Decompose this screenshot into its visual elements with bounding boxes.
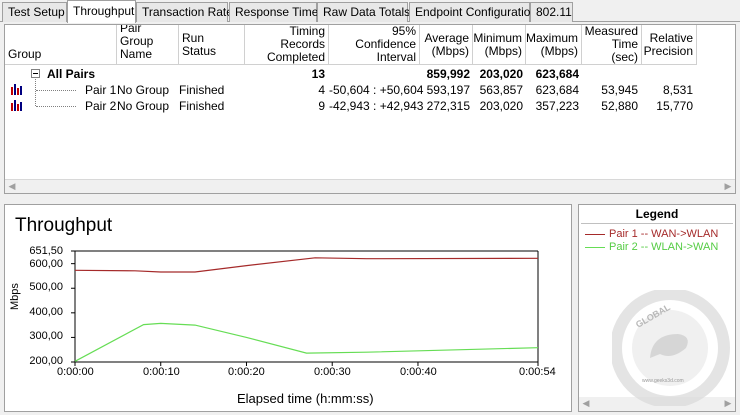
maximum: 357,223	[535, 99, 579, 113]
measured-time: 53,945	[601, 83, 638, 97]
maximum: 623,684	[535, 83, 579, 97]
col-header-measured-time[interactable]: Measured Time (sec)	[582, 25, 642, 65]
legend-item-pair-1[interactable]: Pair 1 -- WAN->WLAN	[585, 228, 718, 240]
tab-endpoint-configuration[interactable]: Endpoint Configuration	[409, 2, 537, 22]
pair-group-name: No Group	[117, 83, 170, 97]
plot-area	[71, 250, 539, 366]
watermark-logo: GLOBAL www.geeks3d.com	[612, 290, 730, 406]
scroll-right-icon[interactable]: ▶	[721, 180, 735, 193]
col-header-maximum[interactable]: Maximum (Mbps)	[526, 25, 582, 65]
legend-divider	[581, 223, 733, 224]
col-header-group[interactable]: Group	[5, 25, 117, 65]
confidence-interval: -42,943 : +42,943	[329, 99, 424, 113]
tree-line	[35, 79, 36, 106]
pair-group-name: No Group	[117, 99, 170, 113]
average: 272,315	[426, 99, 470, 113]
legend-item-pair-2[interactable]: Pair 2 -- WLAN->WAN	[585, 241, 718, 253]
scroll-left-icon[interactable]: ◀	[5, 180, 19, 193]
tree-line	[36, 106, 76, 107]
minimum: 203,020	[479, 99, 523, 113]
all-pairs-maximum: 623,684	[535, 67, 579, 81]
tab-response-time[interactable]: Response Time	[229, 2, 318, 22]
all-pairs-average: 859,992	[426, 67, 470, 81]
tab-bar: Test Setup Throughput Transaction Rate R…	[0, 0, 740, 23]
average: 593,197	[426, 83, 470, 97]
scroll-left-icon[interactable]: ◀	[579, 397, 593, 410]
collapse-toggle-icon[interactable]	[31, 69, 40, 78]
all-pairs-timing-records: 13	[311, 67, 325, 81]
relative-precision: 8,531	[662, 83, 693, 97]
tab-802-11[interactable]: 802.11	[530, 2, 573, 22]
pane-splitter[interactable]	[0, 197, 740, 202]
legend-title: Legend	[635, 207, 679, 221]
watermark-url: www.geeks3d.com	[642, 378, 684, 384]
tab-transaction-rate[interactable]: Transaction Rate	[136, 2, 233, 22]
tab-raw-data-totals[interactable]: Raw Data Totals	[317, 2, 410, 22]
throughput-chart: Throughput 651,50 600,00 500,00 400,00 3…	[4, 204, 572, 412]
minimum: 563,857	[479, 83, 523, 97]
legend-swatch	[585, 233, 605, 235]
timing-records: 9	[318, 99, 325, 113]
tree-line	[36, 90, 76, 91]
legend-swatch	[585, 246, 605, 248]
pair-name: Pair 2	[85, 99, 117, 113]
tab-throughput[interactable]: Throughput	[67, 0, 136, 23]
col-header-pair-group-name[interactable]: Pair Group Name	[117, 25, 179, 65]
col-header-run-status[interactable]: Run Status	[179, 25, 245, 65]
pair-chart-icon	[11, 84, 22, 95]
run-status: Finished	[179, 99, 225, 113]
all-pairs-minimum: 203,020	[479, 67, 523, 81]
col-header-confidence-interval[interactable]: 95% Confidence Interval	[329, 25, 420, 65]
relative-precision: 15,770	[656, 99, 693, 113]
col-header-timing-records[interactable]: Timing Records Completed	[245, 25, 329, 65]
run-status: Finished	[179, 83, 225, 97]
col-header-minimum[interactable]: Minimum (Mbps)	[473, 25, 526, 65]
grid-horizontal-scrollbar[interactable]: ◀ ▶	[5, 179, 735, 193]
col-header-average[interactable]: Average (Mbps)	[420, 25, 473, 65]
tab-test-setup[interactable]: Test Setup	[2, 2, 67, 22]
confidence-interval: -50,604 : +50,604	[329, 83, 424, 97]
pair-chart-icon	[11, 100, 22, 111]
timing-records: 4	[318, 83, 325, 97]
all-pairs-label: All Pairs	[47, 67, 96, 81]
results-grid[interactable]: Group Pair Group Name Run Status Timing …	[4, 24, 736, 194]
pair-name: Pair 1	[85, 83, 117, 97]
measured-time: 52,880	[601, 99, 638, 113]
col-header-relative-precision[interactable]: Relative Precision	[642, 25, 697, 65]
